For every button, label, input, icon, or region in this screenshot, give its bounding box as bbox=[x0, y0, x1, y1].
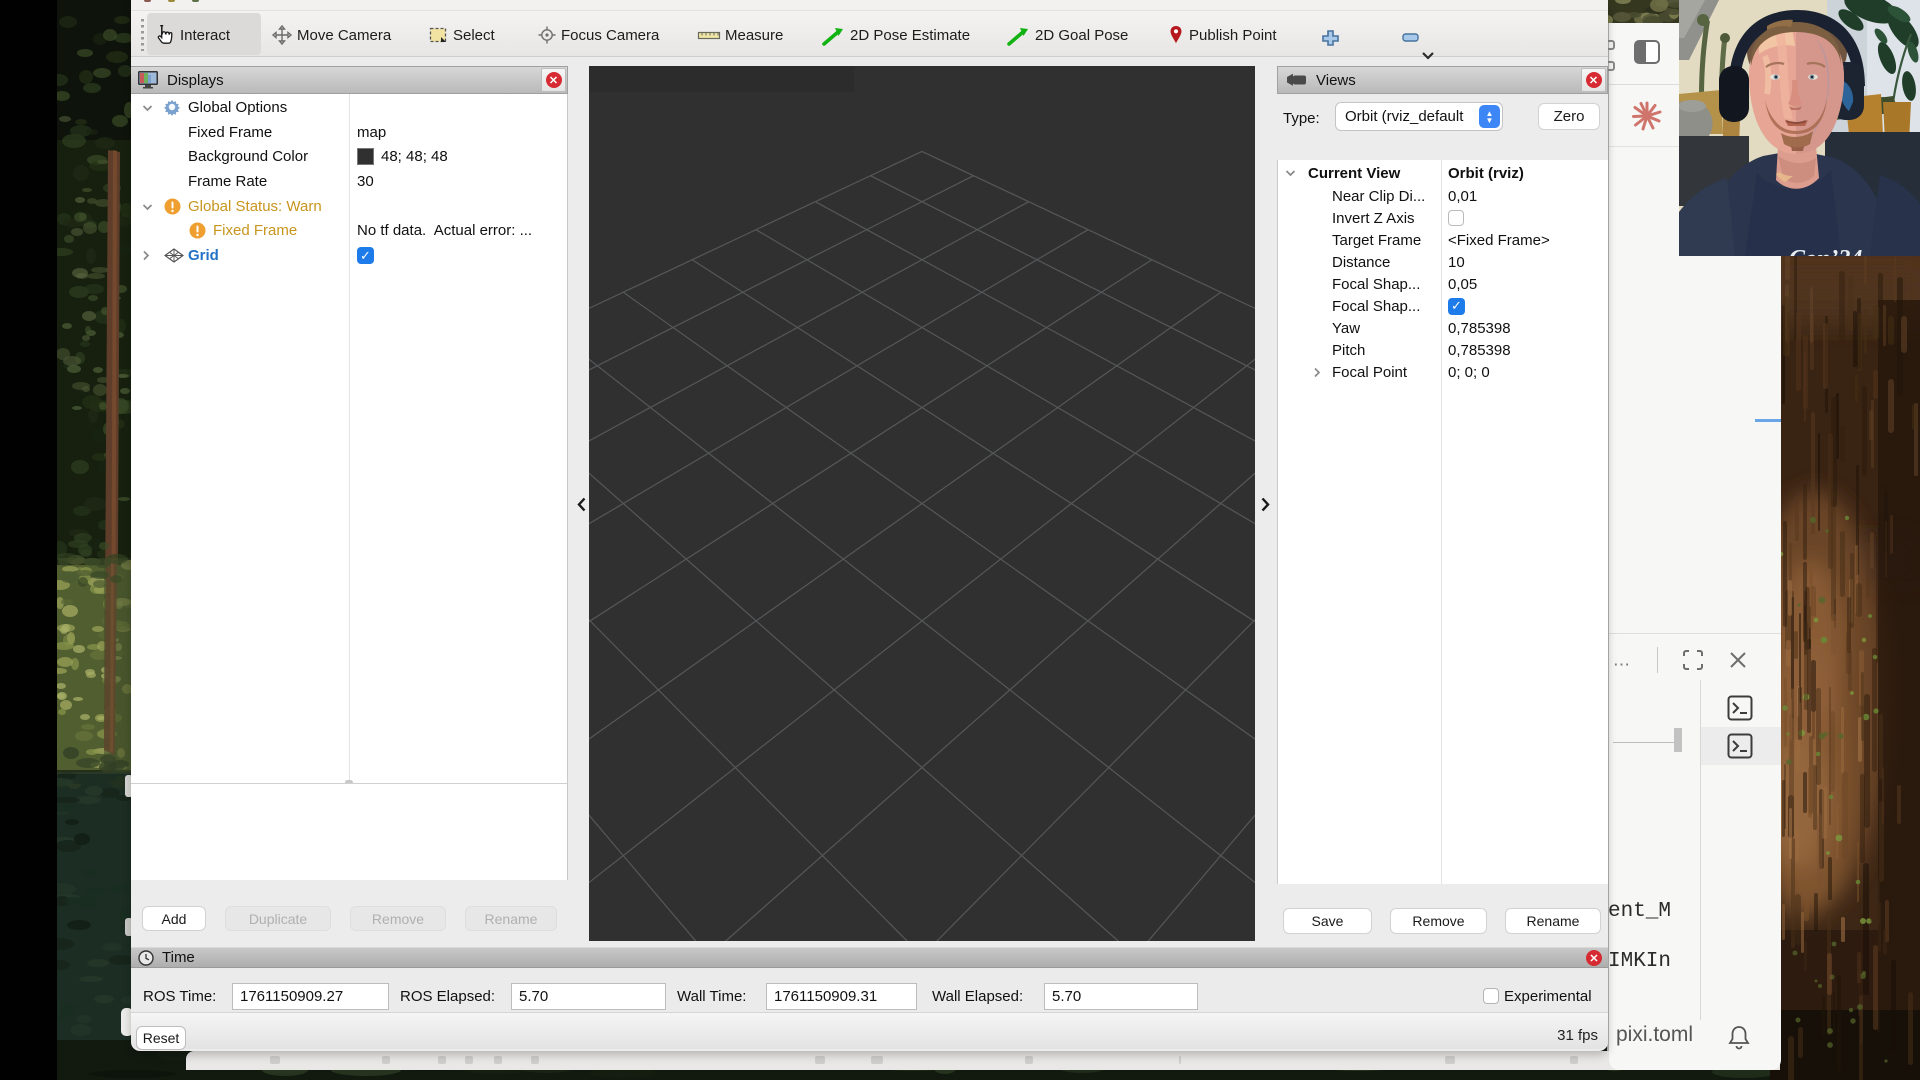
svg-text:…Con’24: …Con’24 bbox=[1765, 246, 1862, 256]
